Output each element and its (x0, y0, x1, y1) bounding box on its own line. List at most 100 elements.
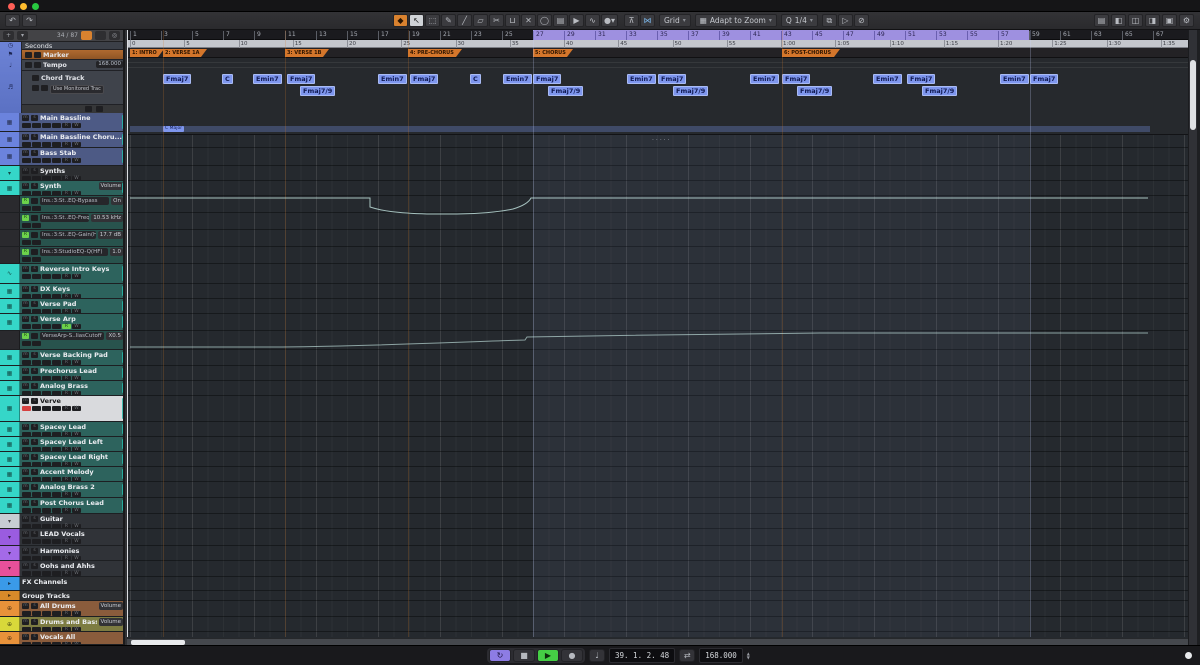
automation-extra-button[interactable] (22, 341, 31, 346)
track-row-reverse-intro-keys[interactable]: ∿msReverse Intro KeysRW (0, 264, 125, 284)
track-control-button[interactable] (42, 142, 51, 147)
solo-button[interactable]: s (31, 301, 38, 307)
solo-button[interactable]: s (31, 398, 38, 404)
chord-event[interactable]: Fmaj7/9 (673, 86, 708, 96)
track-row-drums-and-bass[interactable]: ⊕msDrums and BassVolumeRW (0, 617, 125, 632)
track-control-button[interactable]: W (72, 123, 81, 128)
marker-flag[interactable]: 2: VERSE 1A (163, 49, 207, 57)
track-control-button[interactable] (32, 158, 41, 163)
track-control-button[interactable]: R (62, 406, 71, 411)
comp-tool[interactable]: ▤ (553, 14, 568, 27)
mute-button[interactable]: m (22, 516, 29, 522)
track-type-icon[interactable]: ▦ (0, 148, 20, 165)
chord-mute-icon[interactable] (32, 75, 39, 81)
solo-button[interactable]: s (31, 619, 38, 625)
track-type-icon[interactable]: ▦ (0, 284, 20, 298)
mute-button[interactable]: m (22, 603, 29, 609)
tempo-spinner[interactable]: ▲▼ (747, 652, 750, 660)
time-ruler-seconds[interactable]: 05101520253035404550551:001:051:101:151:… (127, 40, 1188, 48)
automation-extra-button[interactable] (32, 223, 41, 228)
metronome-button[interactable]: ♩ (589, 649, 605, 662)
track-control-button[interactable] (32, 324, 41, 329)
track-control-button[interactable]: R (62, 142, 71, 147)
track-control-button[interactable] (32, 123, 41, 128)
mute-tool[interactable]: ✕ (521, 14, 536, 27)
track-control-button[interactable]: W (72, 360, 81, 365)
chord-event[interactable]: Fmaj7/9 (922, 86, 957, 96)
track-row-post-chorus-lead[interactable]: ▦msPost Chorus LeadRW (0, 498, 125, 514)
track-row-synths[interactable]: ▾msSynthsRW (0, 166, 125, 181)
tempo-value-box[interactable]: 168.000 (96, 61, 123, 68)
marker-icon[interactable] (25, 52, 32, 58)
volume-box[interactable]: Volume (99, 602, 123, 610)
track-control-button[interactable] (22, 492, 31, 497)
track-control-button[interactable]: R (62, 571, 71, 576)
track-type-icon[interactable]: ▸ (0, 577, 20, 590)
track-row-ins-3-st-eq-gain-hf[interactable]: RIns.:3:St..EQ-Gain(HF)17.7 dB (0, 230, 125, 247)
track-type-icon[interactable]: ▦ (0, 482, 20, 497)
track-type-icon[interactable]: ▦ (0, 422, 20, 436)
track-control-button[interactable]: R (62, 158, 71, 163)
range-selection-tool[interactable]: ⬚ (425, 14, 440, 27)
mute-button[interactable]: m (22, 454, 29, 460)
track-type-icon[interactable]: ▦ (0, 132, 20, 147)
redo-button[interactable]: ↷ (22, 14, 37, 27)
track-control-button[interactable] (52, 406, 61, 411)
left-zone-toggle[interactable]: ◧ (1111, 14, 1126, 27)
mute-button[interactable]: m (22, 469, 29, 475)
chord-event[interactable]: Fmaj7/9 (300, 86, 335, 96)
track-control-button[interactable] (42, 492, 51, 497)
track-control-button[interactable]: R (62, 611, 71, 616)
play-button[interactable]: ▶ (537, 649, 559, 662)
track-control-button[interactable] (42, 360, 51, 365)
snap-type-combo[interactable]: Grid▾ (659, 14, 691, 27)
track-row-lead-vocals[interactable]: ▾msLEAD VocalsRW (0, 529, 125, 546)
track-control-button[interactable]: R (62, 123, 71, 128)
track-control-button[interactable] (52, 539, 61, 544)
marker-flag[interactable]: 4: PRE-CHORUS (408, 49, 462, 57)
scale-lane[interactable] (130, 126, 1150, 132)
track-control-button[interactable] (52, 492, 61, 497)
tempo-track-row[interactable]: Tempo 168.000 (22, 60, 125, 71)
zoom-tool[interactable]: ◯ (537, 14, 552, 27)
track-control-button[interactable] (22, 571, 31, 576)
mute-button[interactable]: m (22, 115, 29, 121)
track-row-accent-melody[interactable]: ▦msAccent MelodyRW (0, 467, 125, 482)
chord-event[interactable]: Emin7 (873, 74, 902, 84)
track-control-button[interactable] (42, 158, 51, 163)
mute-button[interactable]: m (22, 316, 29, 322)
mute-button[interactable]: m (22, 301, 29, 307)
read-automation-button[interactable]: R (22, 198, 29, 204)
track-control-button[interactable] (52, 324, 61, 329)
quantize-combo[interactable]: Q 1/4▾ (781, 14, 818, 27)
track-type-icon[interactable]: ∿ (0, 264, 20, 283)
tempo-edit-icon[interactable] (34, 62, 41, 68)
track-control-button[interactable] (52, 142, 61, 147)
solo-button[interactable]: s (31, 368, 38, 374)
playhead[interactable] (127, 30, 128, 637)
track-control-button[interactable]: R (62, 492, 71, 497)
solo-button[interactable]: s (31, 150, 38, 156)
mute-button[interactable]: m (22, 548, 29, 554)
mute-button[interactable]: m (22, 150, 29, 156)
mute-button[interactable]: m (22, 424, 29, 430)
chord-event[interactable]: Emin7 (503, 74, 532, 84)
solo-button[interactable]: s (31, 115, 38, 121)
track-control-button[interactable]: R (62, 324, 71, 329)
tempo-activate-icon[interactable] (25, 62, 32, 68)
solo-button[interactable]: s (31, 548, 38, 554)
mute-button[interactable]: m (22, 500, 29, 506)
track-row-harmonies[interactable]: ▾msHarmoniesRW (0, 546, 125, 561)
track-row-verse-arp[interactable]: ▦msVerse ArpRW (0, 314, 125, 331)
track-row-fx-channels[interactable]: ▸FX Channels (0, 577, 125, 591)
track-type-icon[interactable]: ▦ (0, 299, 20, 313)
track-control-button[interactable] (22, 274, 31, 279)
chord-event[interactable]: C (470, 74, 481, 84)
track-control-button[interactable] (22, 142, 31, 147)
track-type-icon[interactable] (0, 196, 20, 212)
track-control-button[interactable] (52, 508, 61, 513)
track-row-verse-pad[interactable]: ▦msVerse PadRW (0, 299, 125, 314)
close-window-button[interactable] (8, 3, 15, 10)
track-type-icon[interactable]: ⊕ (0, 601, 20, 616)
automation-mute-button[interactable] (31, 249, 38, 255)
